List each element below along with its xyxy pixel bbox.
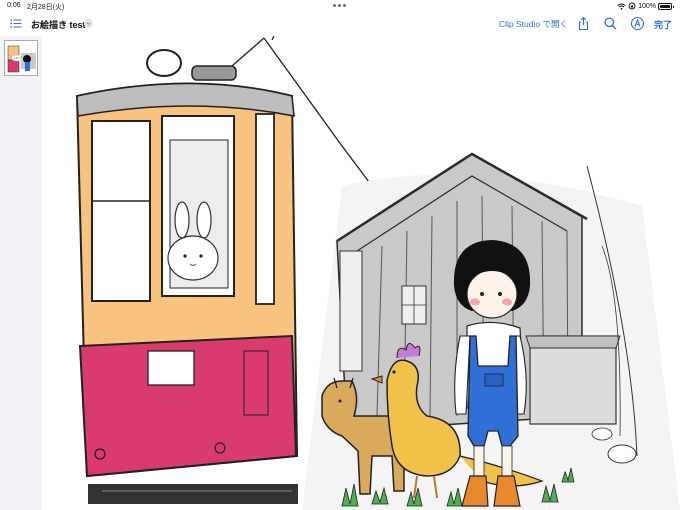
- status-indicators: 100%: [617, 2, 674, 10]
- open-in-clip-studio-button[interactable]: Clip Studio で開く: [499, 18, 568, 30]
- share-icon[interactable]: [576, 16, 591, 31]
- status-bar: 0:06 2月28日(火) 100%: [0, 0, 680, 12]
- page-thumbnail[interactable]: [4, 40, 38, 76]
- battery-percent: 100%: [638, 2, 656, 10]
- page-thumbnail-sidebar: [0, 36, 42, 510]
- illustration: [75, 36, 680, 510]
- search-icon[interactable]: [603, 16, 618, 31]
- orientation-lock-icon: [628, 2, 636, 10]
- status-date: 2月28日(火): [27, 4, 65, 11]
- chevron-down-icon[interactable]: [84, 19, 93, 28]
- document-title[interactable]: お絵描き test: [31, 18, 86, 31]
- status-time: 0:06: [7, 2, 21, 9]
- done-button[interactable]: 完了: [654, 18, 672, 31]
- markup-icon[interactable]: [630, 16, 645, 31]
- wifi-icon: [617, 3, 626, 10]
- drawing-canvas[interactable]: [42, 36, 680, 510]
- list-icon[interactable]: [10, 18, 22, 29]
- tram: [75, 49, 299, 504]
- multitasking-icon[interactable]: [333, 4, 347, 8]
- toolbar: お絵描き test Clip Studio で開く 完了: [0, 12, 680, 36]
- battery-icon: [658, 2, 674, 10]
